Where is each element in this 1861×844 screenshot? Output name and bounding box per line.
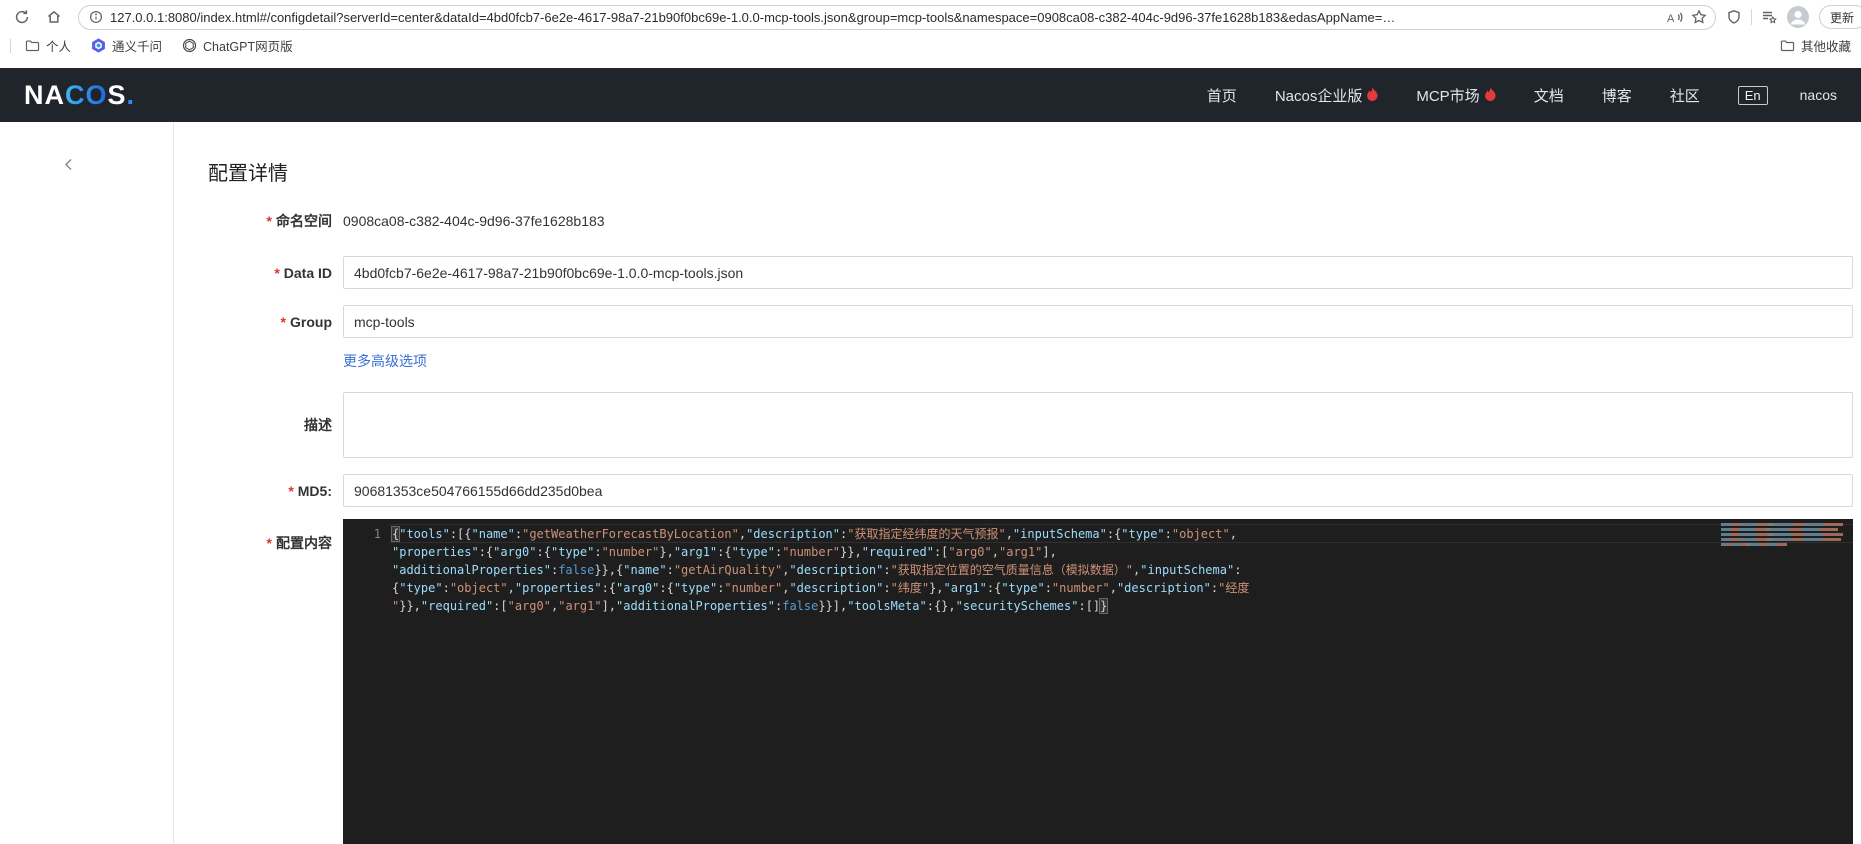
data-id-label: * Data ID	[274, 264, 332, 281]
required-asterisk: *	[274, 264, 280, 281]
required-asterisk: *	[288, 482, 294, 499]
code-row: {"tools":[{"name":"getWeatherForecastByL…	[390, 526, 1237, 542]
nav-item-5[interactable]: 社区	[1670, 85, 1700, 106]
bookmark-label: ChatGPT网页版	[203, 40, 293, 54]
nacos-header: NACOS. 首页 Nacos企业版 MCP市场 文档 博客 社区 En nacos	[0, 68, 1861, 122]
bookmark-chatgpt[interactable]: ChatGPT网页版	[182, 36, 293, 55]
nav-item-label: Nacos企业版	[1274, 87, 1363, 105]
config-detail-page: 配置详情 * 命名空间 0908ca08-c382-404c-9d96-37fe1…	[174, 122, 1861, 844]
browser-chrome: 127.0.0.1:8080/index.html#/configdetail?…	[0, 0, 1861, 68]
favorite-star-icon[interactable]	[1691, 9, 1707, 25]
collections-icon[interactable]	[1761, 9, 1777, 25]
required-asterisk: *	[266, 213, 272, 229]
bookmark-label: 个人	[46, 40, 72, 54]
md5-input[interactable]	[343, 474, 1853, 507]
username[interactable]: nacos	[1800, 87, 1837, 103]
address-bar[interactable]: 127.0.0.1:8080/index.html#/configdetail?…	[78, 4, 1716, 30]
home-icon	[48, 10, 60, 23]
nacos-logo[interactable]: NACOS.	[24, 80, 135, 111]
data-id-row: * Data ID	[208, 256, 1853, 289]
bookmarks-bar: 个人 通义千问 ChatGPT网页版 其他收藏	[0, 32, 1861, 59]
config-content-row: * 配置内容 1 {"tools":[{"name":"getWeatherFor…	[208, 519, 1853, 844]
nav-item-label: 博客	[1601, 87, 1632, 105]
config-content-label: * 配置内容	[266, 535, 332, 551]
namespace-label: * 命名空间	[266, 213, 332, 229]
config-content-editor[interactable]: 1 {"tools":[{"name":"getWeatherForecastB…	[343, 519, 1853, 844]
description-row: 描述	[208, 392, 1853, 458]
group-row: * Group	[208, 305, 1853, 338]
minimap-line	[1721, 538, 1841, 541]
svg-text:A: A	[1667, 13, 1675, 25]
line-number: 1	[373, 527, 381, 541]
chevron-left-icon	[64, 158, 72, 171]
description-label: 描述	[304, 417, 332, 433]
more-advanced-options-link[interactable]: 更多高级选项	[343, 352, 427, 371]
profile-avatar[interactable]	[1786, 5, 1810, 29]
code-row: "additionalProperties":false}},{"name":"…	[392, 563, 1242, 577]
hot-flame-icon	[1484, 87, 1496, 101]
nav-item-1[interactable]: Nacos企业版	[1275, 85, 1379, 106]
chatgpt-icon	[182, 38, 197, 53]
logo-part: .	[126, 79, 136, 110]
group-label: * Group	[280, 313, 332, 330]
toolbar-divider	[1750, 9, 1752, 25]
nav-item-label: 文档	[1533, 87, 1564, 105]
minimap-line	[1721, 523, 1843, 526]
logo-part: S	[107, 79, 127, 110]
home-button[interactable]	[40, 4, 68, 30]
required-asterisk: *	[266, 535, 272, 551]
logo-part: CO	[65, 79, 108, 110]
read-aloud-icon[interactable]: A	[1666, 10, 1683, 25]
bookmark-tongyi[interactable]: 通义千问	[91, 36, 162, 55]
logo-part: NA	[24, 79, 65, 110]
chrome-gap	[0, 59, 1861, 68]
code-row: "}},"required":["arg0","arg1"],"addition…	[392, 598, 1109, 614]
tongyi-icon	[92, 38, 105, 53]
hot-flame-icon	[1367, 87, 1378, 101]
page-title: 配置详情	[208, 163, 288, 185]
header-nav: 首页 Nacos企业版 MCP市场 文档 博客 社区	[1207, 85, 1700, 106]
browser-update-button[interactable]: 更新	[1818, 5, 1861, 29]
namespace-value: 0908ca08-c382-404c-9d96-37fe1628b183	[343, 213, 605, 229]
group-input[interactable]	[343, 305, 1853, 338]
nav-item-3[interactable]: 文档	[1534, 85, 1564, 106]
minimap-line	[1721, 528, 1839, 531]
data-id-input[interactable]	[343, 256, 1853, 289]
nav-item-label: MCP市场	[1416, 87, 1480, 105]
required-asterisk: *	[280, 313, 286, 330]
folder-icon	[25, 40, 40, 52]
md5-row: * MD5:	[208, 474, 1853, 507]
other-favorites[interactable]: 其他收藏	[1780, 36, 1851, 55]
bookmark-personal-folder[interactable]: 个人	[25, 36, 71, 55]
md5-label: * MD5:	[288, 482, 332, 499]
bookmarks-divider	[10, 38, 11, 53]
extensions-icon[interactable]	[1726, 9, 1742, 25]
left-sidebar	[0, 122, 174, 844]
sidebar-collapse-button[interactable]	[64, 158, 73, 171]
browser-toolbar: 127.0.0.1:8080/index.html#/configdetail?…	[0, 0, 1861, 32]
advanced-options-row: 更多高级选项	[208, 352, 1853, 371]
other-favorites-label: 其他收藏	[1800, 40, 1851, 54]
minimap-line	[1721, 533, 1843, 536]
minimap-line	[1721, 543, 1787, 546]
code-row: "properties":{"arg0":{"type":"number"},"…	[392, 545, 1057, 559]
url-text[interactable]: 127.0.0.1:8080/index.html#/configdetail?…	[110, 10, 1659, 25]
main-area: 配置详情 * 命名空间 0908ca08-c382-404c-9d96-37fe1…	[0, 122, 1861, 844]
reload-icon	[15, 10, 29, 24]
reload-button[interactable]	[8, 4, 36, 30]
minimap[interactable]	[1721, 523, 1843, 548]
nav-item-2[interactable]: MCP市场	[1416, 85, 1496, 106]
nav-item-0[interactable]: 首页	[1207, 85, 1237, 106]
bookmark-label: 通义千问	[112, 40, 163, 54]
description-textarea[interactable]	[343, 392, 1853, 458]
nav-item-label: 首页	[1206, 87, 1237, 105]
code-row: {"type":"object","properties":{"arg0":{"…	[392, 581, 1250, 595]
nav-item-4[interactable]: 博客	[1602, 85, 1632, 106]
folder-icon	[1780, 40, 1795, 52]
site-info-icon[interactable]	[89, 10, 103, 24]
language-toggle[interactable]: En	[1737, 85, 1768, 105]
nav-item-label: 社区	[1669, 87, 1700, 105]
namespace-row: * 命名空间 0908ca08-c382-404c-9d96-37fe1628b1…	[208, 212, 1853, 230]
code-lines: {"tools":[{"name":"getWeatherForecastByL…	[390, 525, 1718, 615]
